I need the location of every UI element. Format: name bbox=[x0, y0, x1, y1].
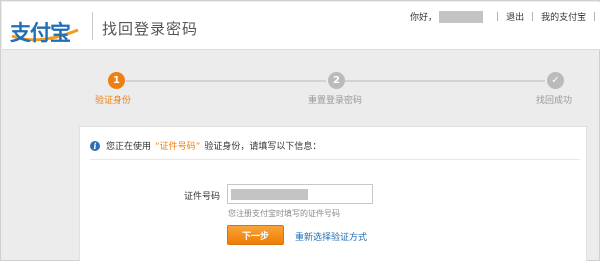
id-number-field[interactable] bbox=[227, 184, 373, 204]
check-icon: ✓ bbox=[547, 72, 564, 89]
header-divider bbox=[92, 12, 93, 40]
progress-steps: 1 验证身份 2 重置登录密码 ✓ 找回成功 bbox=[1, 61, 600, 111]
page-title: 找回登录密码 bbox=[102, 20, 199, 38]
page-frame: 支付宝 找回登录密码 你好， | 退出 | 我的支付宝 | 帮助 1 验证身份 … bbox=[0, 0, 600, 261]
step-1-label: 验证身份 bbox=[95, 96, 132, 106]
next-button[interactable]: 下一步 bbox=[227, 225, 284, 245]
greeting-text: 你好， bbox=[410, 13, 438, 23]
step-2-label: 重置登录密码 bbox=[308, 96, 363, 106]
link-separator: | bbox=[531, 11, 535, 22]
my-alipay-link[interactable]: 我的支付宝 bbox=[541, 10, 586, 23]
logout-link[interactable]: 退出 bbox=[506, 10, 524, 23]
top-links: 你好， | 退出 | 我的支付宝 | 帮助 bbox=[410, 10, 600, 23]
header-bar: 支付宝 找回登录密码 你好， | 退出 | 我的支付宝 | 帮助 bbox=[2, 2, 600, 50]
id-number-input[interactable] bbox=[228, 185, 372, 203]
step-connector bbox=[345, 80, 545, 82]
link-separator: | bbox=[593, 11, 597, 22]
info-icon: i bbox=[90, 140, 100, 151]
notice-suffix: 验证身份，请填写以下信息： bbox=[204, 142, 322, 152]
step-3-label: 找回成功 bbox=[536, 96, 573, 106]
username-redacted bbox=[439, 10, 484, 23]
verify-panel: i 您正在使用 “证件号码” 验证身份，请填写以下信息： 证件号码 您注册支付宝… bbox=[79, 126, 587, 261]
reselect-method-link[interactable]: 重新选择验证方式 bbox=[295, 230, 367, 243]
link-separator: | bbox=[496, 11, 500, 22]
logo-text: 支付宝 bbox=[10, 21, 71, 45]
notice-prefix: 您正在使用 bbox=[106, 142, 152, 152]
verify-notice: i 您正在使用 “证件号码” 验证身份，请填写以下信息： bbox=[90, 139, 321, 152]
alipay-logo[interactable]: 支付宝 bbox=[6, 8, 84, 45]
step-1-circle: 1 bbox=[108, 72, 125, 89]
step-2-circle: 2 bbox=[328, 72, 345, 89]
id-number-label: 证件号码 bbox=[184, 192, 221, 202]
notice-divider bbox=[90, 159, 580, 160]
step-connector bbox=[126, 80, 326, 82]
notice-method: “证件号码” bbox=[155, 142, 201, 152]
id-number-hint: 您注册支付宝时填写的证件号码 bbox=[228, 209, 340, 218]
